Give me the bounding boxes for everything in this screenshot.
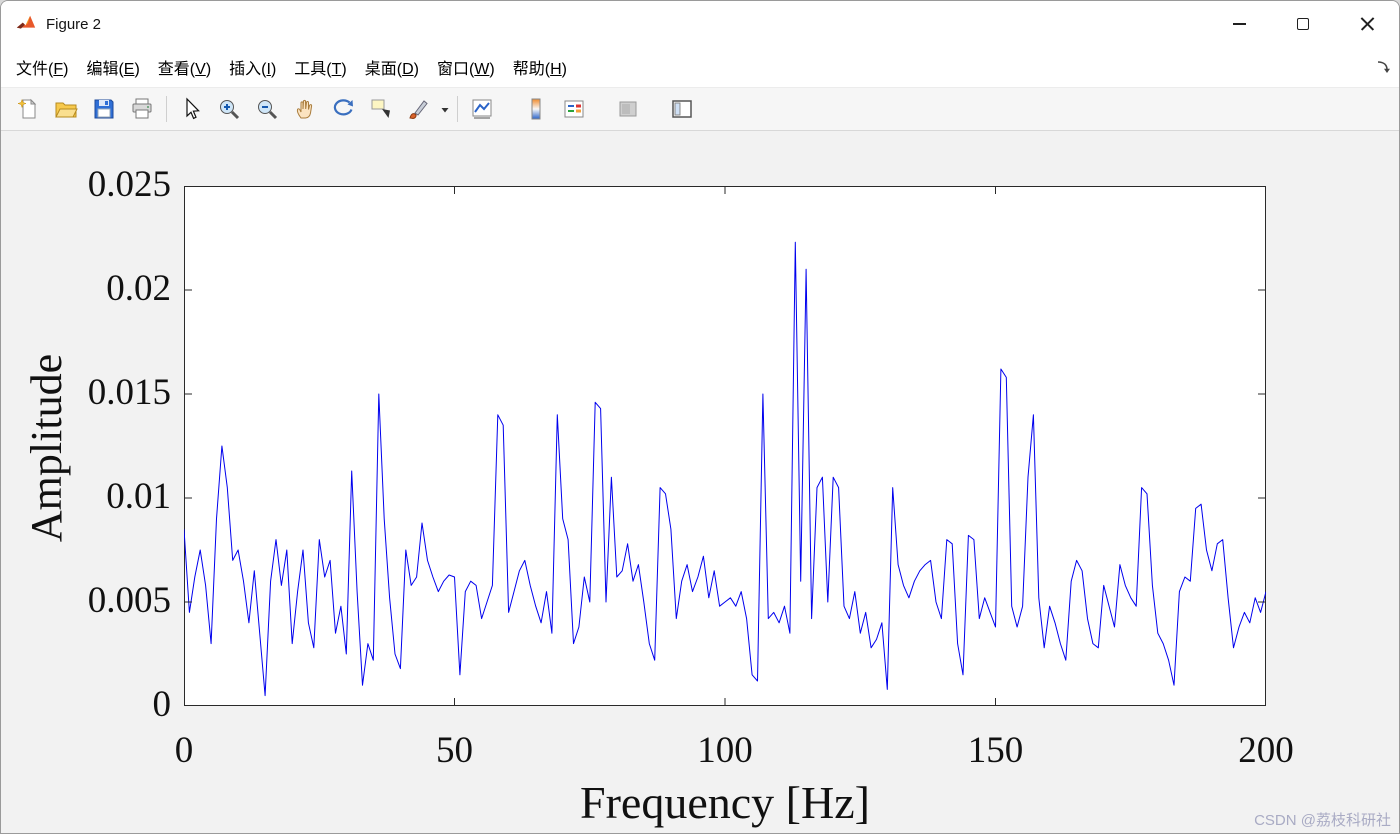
y-tick-label: 0.025 bbox=[87, 164, 171, 205]
new-figure-icon bbox=[17, 98, 37, 119]
insert-colorbar-icon bbox=[531, 98, 541, 120]
y-tick-label: 0.01 bbox=[106, 476, 171, 517]
insert-legend-icon bbox=[564, 100, 584, 118]
edit-plot-button[interactable] bbox=[172, 91, 210, 127]
print-icon bbox=[132, 98, 152, 119]
zoom-in-icon bbox=[220, 100, 240, 120]
data-cursor-icon bbox=[371, 99, 390, 118]
maximize-icon bbox=[1297, 18, 1309, 30]
x-tick-label: 100 bbox=[697, 730, 753, 771]
menu-item-window[interactable]: 窗口(W) bbox=[428, 50, 504, 84]
show-plot-tools-button[interactable] bbox=[663, 91, 701, 127]
menu-item-edit[interactable]: 编辑(E) bbox=[77, 50, 148, 84]
menu-item-view[interactable]: 查看(V) bbox=[149, 50, 220, 84]
open-file-icon bbox=[55, 102, 78, 118]
menu-item-help[interactable]: 帮助(H) bbox=[504, 50, 576, 84]
toolbar-separator bbox=[457, 96, 458, 122]
rotate-3d-icon bbox=[333, 99, 353, 116]
menu-item-tools[interactable]: 工具(T) bbox=[285, 50, 355, 84]
amplitude-spectrum-plot bbox=[184, 186, 1266, 706]
watermark-text: CSDN @荔枝科研社 bbox=[1254, 812, 1391, 829]
x-tick-label: 0 bbox=[174, 730, 194, 771]
brush-icon bbox=[409, 100, 428, 120]
zoom-in-button[interactable] bbox=[210, 91, 248, 127]
brush-button[interactable] bbox=[400, 91, 438, 127]
figure-window: Figure 2 文件(F) 编辑(E) 查看(V) 插入(I) 工具(T) 桌面(D) 窗… bbox=[0, 0, 1400, 834]
save-icon bbox=[94, 99, 114, 119]
window-title: Figure 2 bbox=[46, 15, 102, 33]
data-cursor-button[interactable] bbox=[362, 91, 400, 127]
y-tick-label: 0.02 bbox=[106, 268, 171, 309]
menubar: 文件(F) 编辑(E) 查看(V) 插入(I) 工具(T) 桌面(D) 窗口(W) 帮助(H) bbox=[1, 47, 1399, 87]
dropdown-caret-icon bbox=[441, 108, 449, 113]
figure-canvas: Amplitude Frequency [Hz] CSDN @荔枝科研社 0 50… bbox=[1, 131, 1399, 833]
save-figure-button[interactable] bbox=[85, 91, 123, 127]
print-figure-button[interactable] bbox=[123, 91, 161, 127]
figure-toolbar bbox=[1, 87, 1399, 131]
x-axis-label: Frequency [Hz] bbox=[580, 777, 870, 828]
hide-plot-tools-button[interactable] bbox=[609, 91, 647, 127]
matlab-logo-icon bbox=[15, 13, 37, 35]
pan-button[interactable] bbox=[286, 91, 324, 127]
y-tick-label: 0.005 bbox=[87, 580, 171, 621]
link-plot-icon bbox=[472, 99, 492, 119]
titlebar: Figure 2 bbox=[1, 1, 1399, 47]
brush-dropdown-button[interactable] bbox=[438, 91, 452, 127]
y-axis-label: Amplitude bbox=[22, 353, 71, 543]
show-plot-tools-icon bbox=[672, 100, 692, 118]
minimize-button[interactable] bbox=[1207, 1, 1271, 47]
close-icon bbox=[1360, 17, 1375, 32]
x-tick-label: 150 bbox=[967, 730, 1024, 771]
pan-hand-icon bbox=[296, 99, 313, 119]
insert-legend-button[interactable] bbox=[555, 91, 593, 127]
y-tick-label: 0.015 bbox=[87, 372, 171, 413]
rotate-3d-button[interactable] bbox=[324, 91, 362, 127]
menu-item-file[interactable]: 文件(F) bbox=[7, 50, 77, 84]
hide-plot-tools-icon bbox=[619, 101, 637, 117]
insert-colorbar-button[interactable] bbox=[517, 91, 555, 127]
maximize-button[interactable] bbox=[1271, 1, 1335, 47]
close-button[interactable] bbox=[1335, 1, 1399, 47]
arrow-cursor-icon bbox=[186, 97, 200, 120]
x-tick-label: 200 bbox=[1238, 730, 1294, 771]
zoom-out-button[interactable] bbox=[248, 91, 286, 127]
link-plot-button[interactable] bbox=[463, 91, 501, 127]
dock-arrow-icon[interactable] bbox=[1375, 59, 1391, 80]
zoom-out-icon bbox=[258, 100, 278, 120]
menu-item-desktop[interactable]: 桌面(D) bbox=[356, 50, 428, 84]
x-tick-label: 50 bbox=[436, 730, 473, 771]
plot-axes[interactable] bbox=[184, 186, 1266, 706]
menu-item-insert[interactable]: 插入(I) bbox=[220, 50, 285, 84]
toolbar-separator bbox=[166, 96, 167, 122]
new-figure-button[interactable] bbox=[9, 91, 47, 127]
minimize-icon bbox=[1232, 23, 1246, 25]
y-tick-label: 0 bbox=[152, 684, 172, 725]
window-controls bbox=[1207, 1, 1399, 47]
open-file-button[interactable] bbox=[47, 91, 85, 127]
